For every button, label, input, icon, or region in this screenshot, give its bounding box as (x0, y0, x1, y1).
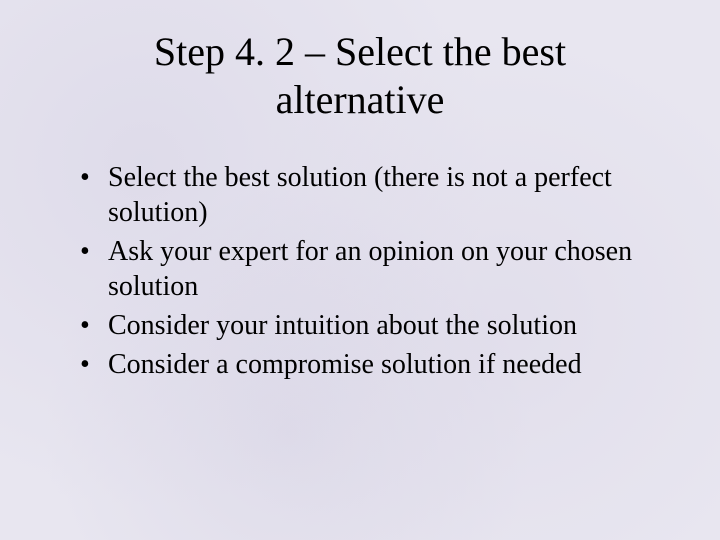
list-item: Consider your intuition about the soluti… (80, 308, 670, 343)
slide-title: Step 4. 2 – Select the best alternative (50, 28, 670, 124)
bullet-list: Select the best solution (there is not a… (50, 160, 670, 382)
list-item: Ask your expert for an opinion on your c… (80, 234, 670, 304)
list-item: Consider a compromise solution if needed (80, 347, 670, 382)
list-item: Select the best solution (there is not a… (80, 160, 670, 230)
slide: Step 4. 2 – Select the best alternative … (0, 0, 720, 540)
